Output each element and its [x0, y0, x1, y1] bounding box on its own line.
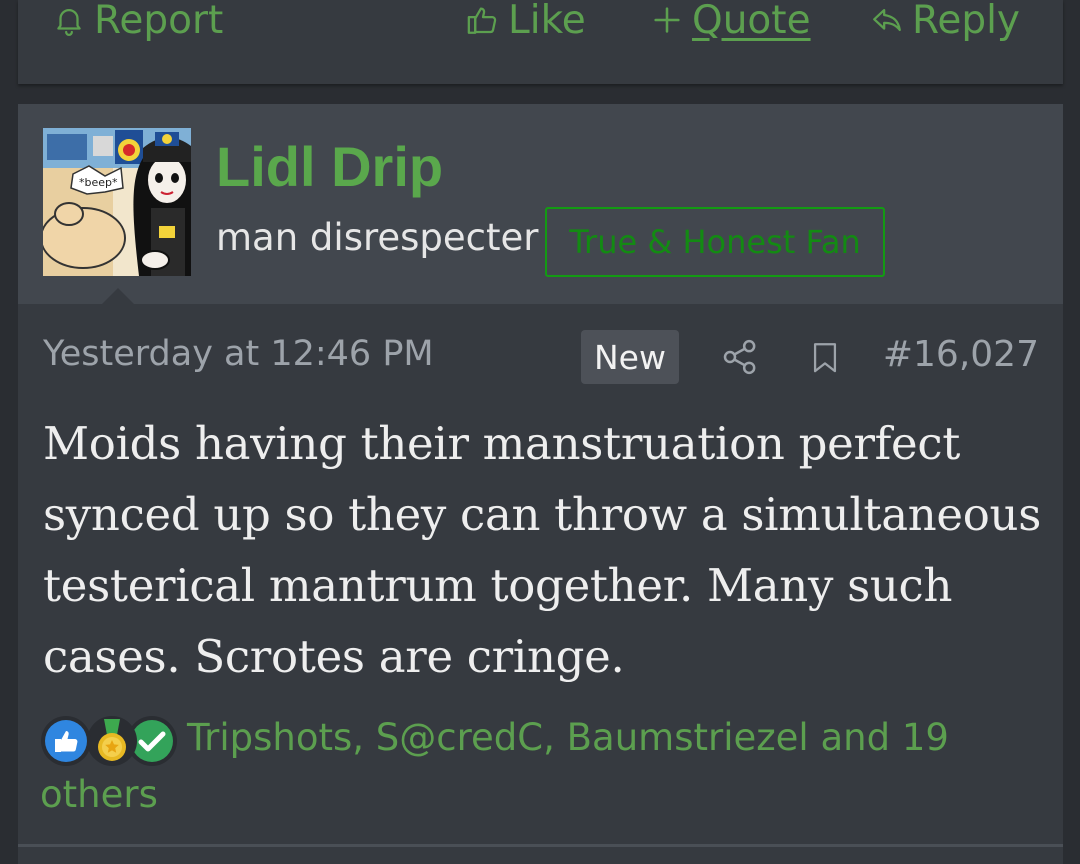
- share-icon[interactable]: [720, 335, 760, 379]
- reply-label: Reply: [912, 0, 1021, 43]
- post-timestamp[interactable]: Yesterday at 12:46 PM: [43, 334, 434, 374]
- quote-label: Quote: [692, 0, 811, 43]
- post-footer-divider: [18, 844, 1063, 847]
- like-reaction-icon: [41, 715, 91, 766]
- new-badge: New: [581, 330, 679, 384]
- like-button[interactable]: Like: [466, 0, 586, 50]
- post-card: *beep* Lidl Drip man disrespecter True &…: [18, 104, 1063, 864]
- avatar-caption: *beep*: [79, 176, 118, 189]
- user-title: man disrespecter: [216, 216, 539, 259]
- report-button[interactable]: Report: [52, 0, 223, 50]
- reactions-bar[interactable]: Tripshots, S@credC, Baumstriezel and 19 …: [40, 710, 1040, 823]
- post-user-header: *beep* Lidl Drip man disrespecter True &…: [18, 104, 1063, 304]
- user-banner: True & Honest Fan: [545, 207, 885, 277]
- reaction-icons: [40, 713, 185, 767]
- reply-arrow-icon: [873, 8, 901, 32]
- reply-button[interactable]: Reply: [870, 0, 1020, 50]
- post-content: Moids having their manstruation perfect …: [43, 417, 1042, 683]
- bell-icon: [57, 9, 81, 36]
- like-label: Like: [508, 0, 586, 43]
- medal-reaction-icon: [87, 715, 137, 766]
- post-action-bar: Report Like Quote Reply: [18, 0, 1063, 50]
- thumbs-up-icon: [467, 7, 497, 34]
- report-label: Report: [94, 0, 224, 43]
- username[interactable]: Lidl Drip: [216, 134, 443, 199]
- post-number[interactable]: #16,027: [883, 334, 1039, 375]
- quote-button[interactable]: Quote: [650, 0, 811, 50]
- user-header-pointer: [102, 288, 134, 304]
- plus-icon: [654, 7, 680, 33]
- user-avatar[interactable]: *beep*: [43, 128, 191, 276]
- bookmark-icon[interactable]: [808, 335, 842, 379]
- previous-post-card: Report Like Quote Reply: [18, 0, 1063, 84]
